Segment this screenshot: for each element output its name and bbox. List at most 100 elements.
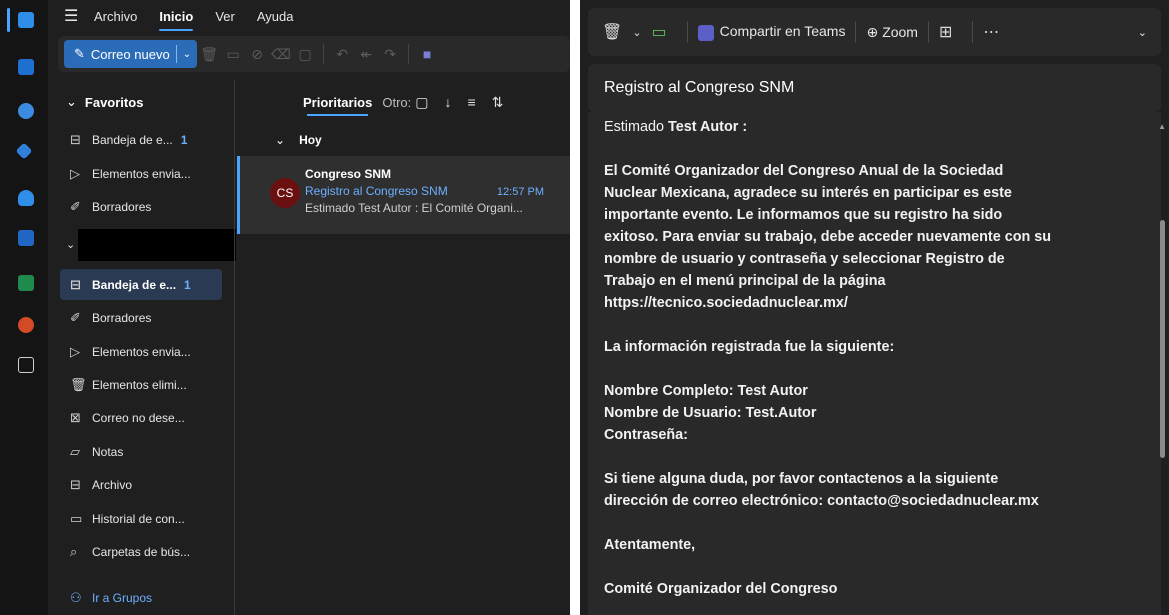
compose-icon: ✎ bbox=[74, 46, 85, 61]
menu-inicio[interactable]: Inicio bbox=[159, 9, 193, 31]
salutation-prefix: Estimado bbox=[604, 119, 668, 135]
folder-icon: ▭ bbox=[70, 510, 83, 526]
sort-icon[interactable]: ⇅ bbox=[492, 94, 504, 111]
groups-icon: ⚇ bbox=[70, 589, 82, 605]
account-junk[interactable]: ⊠ Correo no dese... bbox=[60, 402, 222, 433]
draft-icon: ✐ bbox=[70, 309, 81, 325]
hamburger-icon[interactable]: ☰ bbox=[64, 6, 94, 26]
account-sent[interactable]: ▷ Elementos envia... bbox=[60, 336, 222, 367]
folder-label: Borradores bbox=[92, 199, 152, 214]
onedrive-app-icon[interactable] bbox=[18, 190, 34, 206]
zoom-button[interactable]: ⊕ Zoom bbox=[866, 24, 918, 41]
delete-icon[interactable]: 🗑 bbox=[197, 46, 221, 63]
move-icon[interactable]: ▢ bbox=[293, 46, 317, 63]
inbox-tabs: Prioritarios Otro: ▢ ↓ ≡ ⇅ bbox=[235, 80, 570, 124]
share-teams-button[interactable]: Compartir en Teams bbox=[697, 23, 846, 41]
body-line: importante evento. Le informamos que su … bbox=[604, 207, 1003, 223]
folder-label: Borradores bbox=[92, 310, 152, 325]
mail-app-icon[interactable] bbox=[18, 12, 34, 28]
folder-label: Elementos envia... bbox=[92, 166, 191, 181]
message-subject-header: Registro al Congreso SNM bbox=[588, 64, 1161, 112]
account-history[interactable]: ▭ Historial de con... bbox=[60, 503, 222, 534]
forward-icon[interactable]: ↷ bbox=[378, 46, 402, 63]
menu-bar: ☰ Archivo Inicio Ver Ayuda bbox=[48, 0, 570, 32]
account-archive[interactable]: ⊟ Archivo bbox=[60, 469, 222, 500]
list-item[interactable]: CS Congreso SNM Registro al Congreso SNM… bbox=[237, 156, 570, 234]
note-icon: ▱ bbox=[70, 443, 80, 459]
account-search-folders[interactable]: ⌕ Carpetas de bús... bbox=[60, 536, 222, 567]
more-apps-icon[interactable] bbox=[18, 357, 34, 373]
ribbon-separator-2 bbox=[408, 44, 410, 64]
folder-label: Historial de con... bbox=[92, 511, 185, 526]
app-rail bbox=[0, 0, 48, 615]
unread-count: 1 bbox=[184, 277, 191, 292]
account-drafts[interactable]: ✐ Borradores bbox=[60, 302, 222, 333]
new-mail-separator bbox=[175, 45, 177, 63]
body-line: dirección de correo electrónico: contact… bbox=[604, 493, 1039, 509]
tab-other[interactable]: Otro: bbox=[382, 95, 411, 110]
report-icon[interactable]: ⊘ bbox=[245, 46, 269, 63]
menu-ver[interactable]: Ver bbox=[215, 9, 235, 24]
group-header-today[interactable]: ⌄ Hoy bbox=[235, 124, 570, 156]
ribbon-separator bbox=[323, 44, 325, 64]
favorite-drafts[interactable]: ✐ Borradores bbox=[60, 191, 222, 222]
message-body: Estimado Test Autor : El Comité Organiza… bbox=[588, 112, 1161, 615]
expand-chevron-icon[interactable]: ⌄ bbox=[1138, 26, 1147, 39]
todo-app-icon[interactable] bbox=[15, 142, 33, 160]
chevron-down-icon[interactable]: ⌄ bbox=[183, 49, 191, 60]
select-icon[interactable]: ▢ bbox=[415, 94, 428, 111]
archive-icon[interactable]: ▭ bbox=[221, 46, 245, 63]
powerpoint-app-icon[interactable] bbox=[18, 317, 34, 333]
toolbar-separator bbox=[927, 21, 929, 43]
reading-pane: 🗑 ⌄ ▭ Compartir en Teams ⊕ Zoom ⊞ ⋯ ⌄ Reg… bbox=[580, 0, 1169, 615]
chevron-down-icon[interactable]: ⌄ bbox=[632, 26, 641, 39]
archive-icon[interactable]: ▭ bbox=[652, 22, 667, 42]
body-line: Nuclear Mexicana, agradece su interés en… bbox=[604, 185, 1012, 201]
delete-icon[interactable]: 🗑 bbox=[602, 22, 622, 42]
account-notes[interactable]: ▱ Notas bbox=[60, 436, 222, 467]
menu-archivo[interactable]: Archivo bbox=[94, 9, 137, 24]
people-app-icon[interactable] bbox=[18, 103, 34, 119]
filter-icon[interactable]: ≡ bbox=[468, 94, 476, 110]
go-to-groups-link[interactable]: ⚇ Ir a Grupos bbox=[60, 582, 222, 613]
apps-icon[interactable]: ⊞ bbox=[939, 22, 952, 42]
account-name-redacted[interactable] bbox=[78, 229, 236, 261]
account-inbox[interactable]: ⊟ Bandeja de e... 1 bbox=[60, 269, 222, 300]
body-link[interactable]: https://tecnico.sociedadnuclear.mx/ bbox=[604, 292, 1151, 314]
favorite-inbox[interactable]: ⊟ Bandeja de e... 1 bbox=[60, 124, 222, 155]
account-deleted[interactable]: 🗑 Elementos elimi... bbox=[60, 369, 222, 400]
menu-ayuda[interactable]: Ayuda bbox=[257, 9, 294, 24]
junk-icon: ⊠ bbox=[70, 409, 81, 425]
share-teams-label: Compartir en Teams bbox=[719, 23, 846, 40]
scrollbar[interactable] bbox=[1160, 220, 1165, 458]
groups-label: Ir a Grupos bbox=[92, 590, 153, 605]
calendar-app-icon[interactable] bbox=[18, 59, 34, 75]
reply-icon[interactable]: ↶ bbox=[330, 46, 354, 63]
body-line: Nombre Completo: Test Autor bbox=[604, 383, 808, 399]
folder-label: Elementos elimi... bbox=[92, 377, 187, 392]
trash-icon: 🗑 bbox=[70, 376, 87, 392]
unread-count: 1 bbox=[180, 132, 188, 147]
folder-label: Correo no dese... bbox=[92, 410, 185, 425]
sweep-icon[interactable]: ⌫ bbox=[269, 46, 293, 63]
body-line: Trabajo en el menú principal de la págin… bbox=[604, 273, 886, 289]
new-mail-button[interactable]: ✎ Correo nuevo ⌄ bbox=[64, 40, 198, 68]
favorites-header[interactable]: ⌄ Favoritos bbox=[48, 80, 234, 124]
inbox-icon: ⊟ bbox=[70, 276, 81, 292]
word-app-icon[interactable] bbox=[18, 230, 34, 246]
toolbar-separator bbox=[686, 21, 688, 43]
jump-icon[interactable]: ↓ bbox=[445, 94, 452, 110]
folder-label: Notas bbox=[92, 444, 124, 459]
tab-focused[interactable]: Prioritarios bbox=[303, 95, 372, 116]
excel-app-icon[interactable] bbox=[18, 275, 34, 291]
account-chevron-icon[interactable]: ⌄ bbox=[66, 238, 75, 251]
folder-label: Bandeja de e... bbox=[92, 132, 173, 147]
inbox-icon: ⊟ bbox=[70, 131, 81, 147]
body-line: El Comité Organizador del Congreso Anual… bbox=[604, 163, 1004, 179]
scroll-up-icon[interactable]: ▲ bbox=[1158, 122, 1166, 131]
send-icon: ▷ bbox=[70, 165, 80, 181]
more-icon[interactable]: ⋯ bbox=[983, 22, 999, 42]
teams-icon[interactable]: ■ bbox=[415, 46, 439, 62]
favorite-sent[interactable]: ▷ Elementos envia... bbox=[60, 158, 222, 189]
reply-all-icon[interactable]: ↞ bbox=[354, 46, 378, 63]
